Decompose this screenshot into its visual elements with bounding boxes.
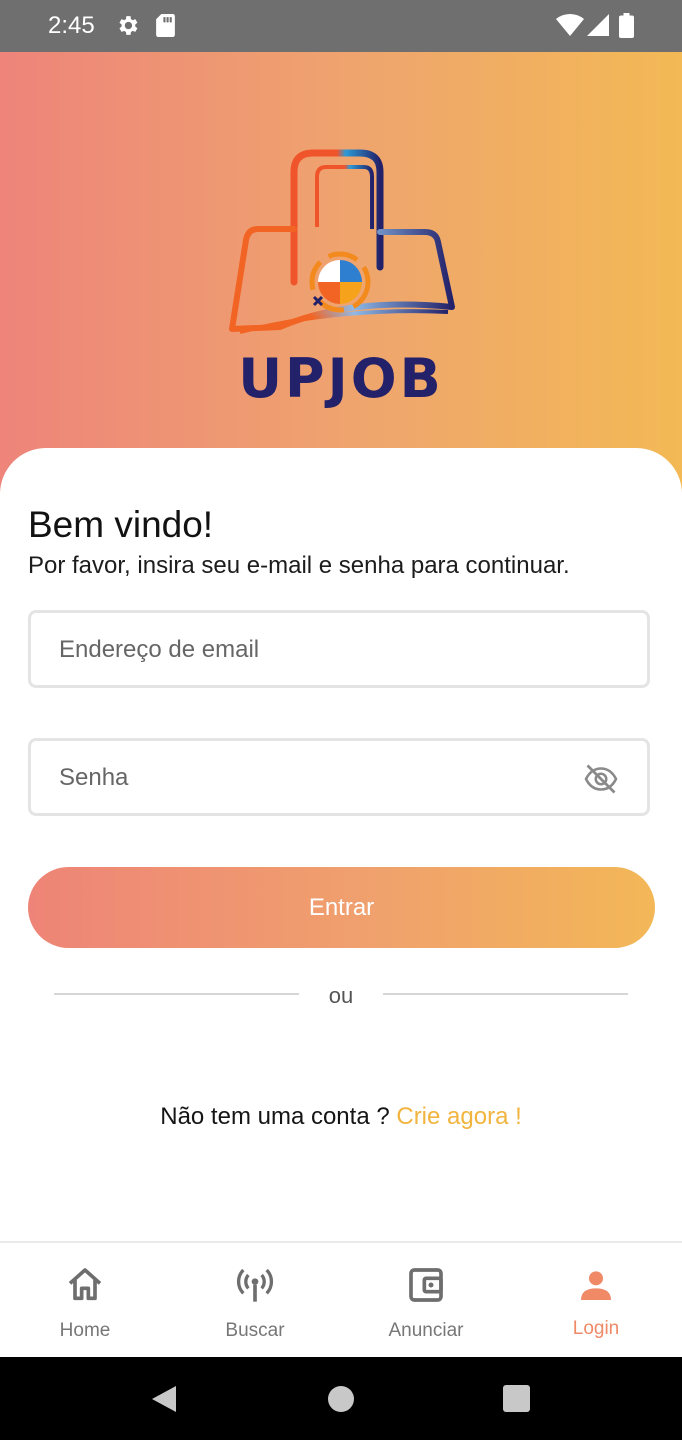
welcome-title: Bem vindo! <box>28 504 214 545</box>
hero-banner: UPJOB <box>0 52 682 492</box>
eye-off-icon[interactable] <box>583 761 619 797</box>
home-icon <box>68 1268 102 1301</box>
signup-row: Não tem uma conta ? Crie agora ! <box>0 1103 682 1131</box>
recents-icon[interactable] <box>503 1385 530 1412</box>
login-button[interactable]: Entrar <box>28 867 655 948</box>
nav-label-login: Login <box>572 1318 620 1339</box>
back-icon[interactable] <box>150 1385 178 1413</box>
nav-item-login[interactable]: Login <box>511 1243 681 1358</box>
wallet-icon <box>409 1268 443 1302</box>
or-label: ou <box>328 983 354 1008</box>
nav-item-anunciar[interactable]: Anunciar <box>341 1243 511 1358</box>
nav-label-buscar: Buscar <box>225 1320 285 1341</box>
welcome-subtitle: Por favor, insira seu e-mail e senha par… <box>28 552 570 579</box>
battery-icon <box>619 13 634 38</box>
brand-name: UPJOB <box>238 347 444 410</box>
wifi-icon <box>556 13 584 37</box>
settings-gear-icon <box>119 16 138 35</box>
nav-item-buscar[interactable]: Buscar <box>170 1243 340 1358</box>
bottom-nav: Home Buscar Anunciar Login <box>0 1241 682 1358</box>
home-circle-icon[interactable] <box>327 1385 355 1413</box>
divider-right <box>383 993 628 995</box>
password-field-box <box>28 738 650 816</box>
status-time: 2:45 <box>48 12 95 39</box>
signal-icon <box>587 14 609 36</box>
email-input[interactable] <box>57 613 601 687</box>
nav-label-home: Home <box>59 1320 111 1341</box>
sd-card-icon <box>156 14 175 37</box>
broadcast-antenna-icon <box>236 1268 274 1302</box>
signup-link[interactable]: Crie agora ! <box>396 1103 521 1130</box>
password-input[interactable] <box>57 741 601 815</box>
email-field-box <box>28 610 650 688</box>
signup-prompt: Não tem uma conta ? <box>160 1103 390 1130</box>
nav-item-home[interactable]: Home <box>0 1243 170 1358</box>
person-icon <box>581 1271 611 1300</box>
status-bar: 2:45 <box>0 0 682 52</box>
nav-label-anunciar: Anunciar <box>388 1320 464 1341</box>
system-nav-bar <box>0 1357 682 1440</box>
